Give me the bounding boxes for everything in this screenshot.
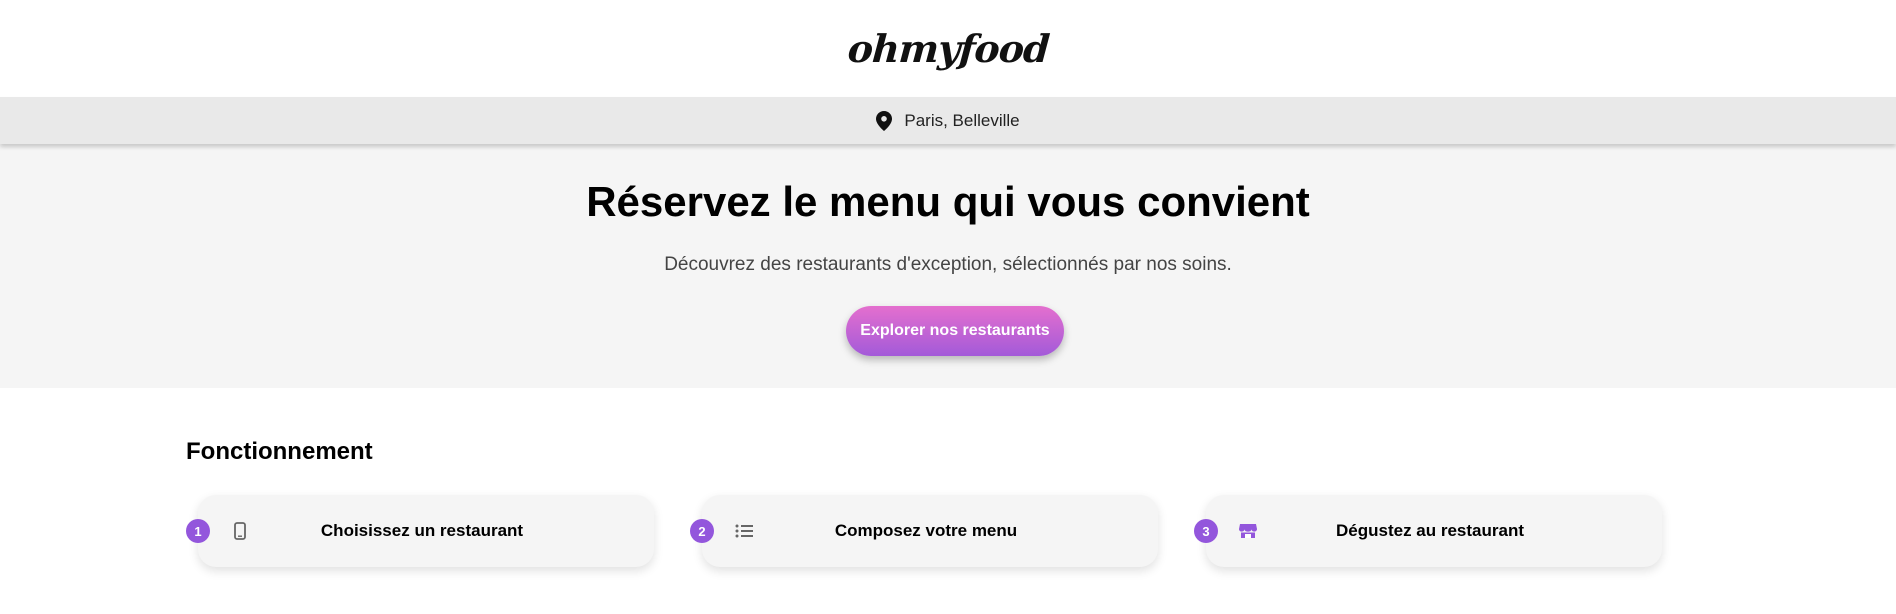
- store-icon: [1238, 521, 1258, 541]
- step-item: 1 Choisissez un restaurant: [186, 495, 654, 567]
- mobile-phone-icon: [230, 521, 250, 541]
- hero-section: Réservez le menu qui vous convient Décou…: [0, 144, 1896, 388]
- step-number-badge: 2: [690, 519, 714, 543]
- logo[interactable]: ohmyfood: [846, 26, 1050, 71]
- step-number-badge: 1: [186, 519, 210, 543]
- step-number-badge: 3: [1194, 519, 1218, 543]
- location-text: Paris, Belleville: [904, 110, 1020, 130]
- step-label: Choisissez un restaurant: [320, 521, 524, 540]
- section-title: Fonctionnement: [186, 438, 373, 465]
- explore-restaurants-button[interactable]: Explorer nos restaurants: [846, 306, 1064, 356]
- hero-subtitle: Découvrez des restaurants d'exception, s…: [664, 254, 1232, 275]
- steps-list: 1 Choisissez un restaurant 2 Composez vo…: [186, 495, 1676, 567]
- step-item: 3 Dégustez au restaurant: [1194, 495, 1662, 567]
- site-header: ohmyfood: [0, 0, 1896, 97]
- step-item: 2 Composez votre menu: [690, 495, 1158, 567]
- step-label: Composez votre menu: [834, 521, 1018, 540]
- list-icon: [734, 521, 754, 541]
- hero-title: Réservez le menu qui vous convient: [586, 178, 1310, 225]
- step-label: Dégustez au restaurant: [1336, 521, 1524, 540]
- map-pin-icon: [876, 110, 893, 131]
- location-bar[interactable]: Paris, Belleville: [0, 97, 1896, 144]
